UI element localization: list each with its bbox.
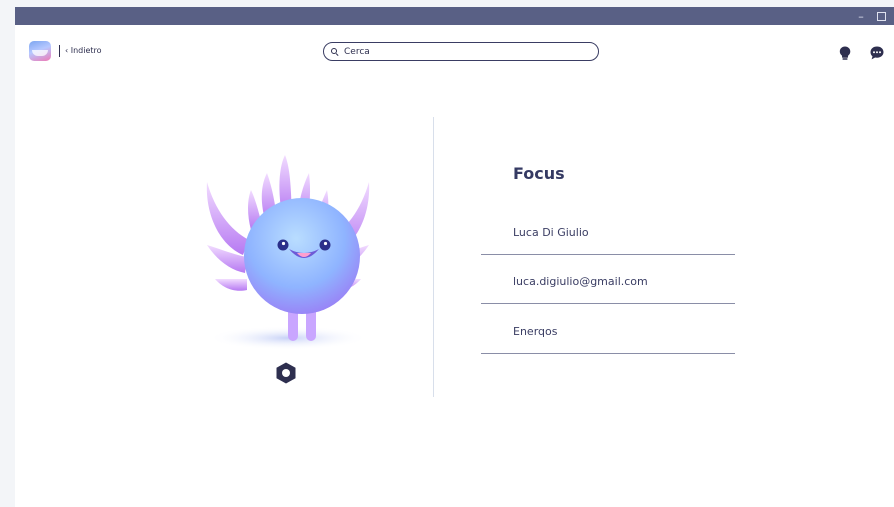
- email-value: luca.digiulio@gmail.com: [513, 275, 648, 288]
- email-field[interactable]: luca.digiulio@gmail.com: [481, 265, 735, 304]
- profile-content: Focus Luca Di Giulio luca.digiulio@gmail…: [15, 7, 894, 507]
- page-title: Focus: [513, 164, 565, 183]
- company-field[interactable]: Enerqos: [481, 315, 735, 354]
- vertical-divider: [433, 117, 434, 397]
- company-value: Enerqos: [513, 325, 558, 338]
- app-window: – ‹ Indietro Cerca Focus Luca Di Giulio …: [15, 7, 894, 507]
- mascot-avatar: [206, 155, 370, 350]
- name-field[interactable]: Luca Di Giulio: [481, 216, 735, 255]
- name-value: Luca Di Giulio: [513, 226, 589, 239]
- gear-icon[interactable]: [274, 361, 298, 385]
